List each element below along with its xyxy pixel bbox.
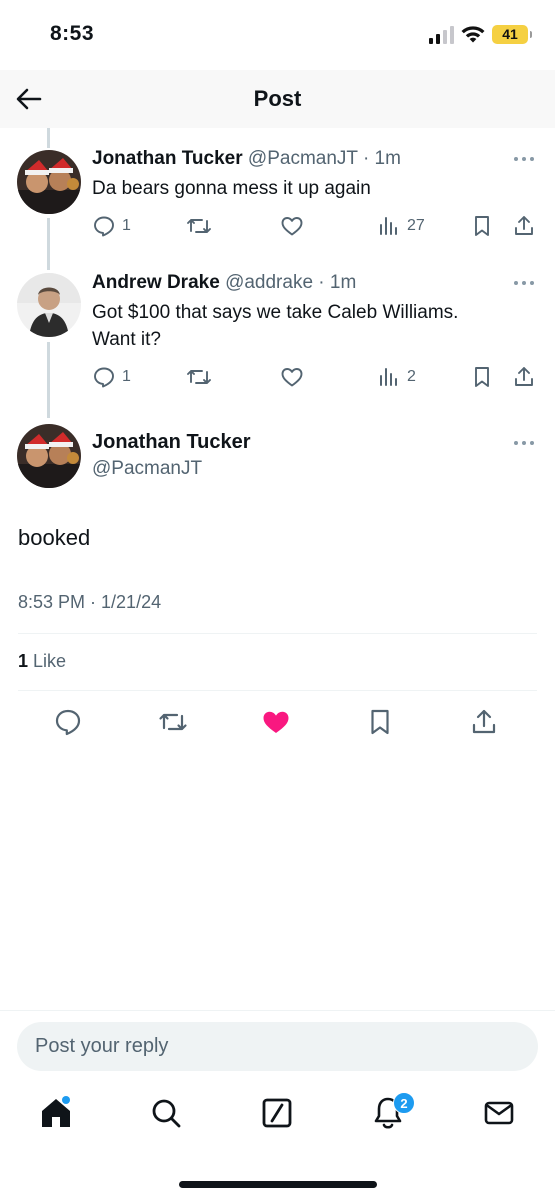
page-title: Post [253, 86, 302, 111]
tweet-actions: 1 27 [92, 213, 537, 239]
bookmark-icon[interactable] [470, 214, 494, 238]
reply-count: 1 [122, 217, 131, 234]
cellular-signal-icon [429, 26, 454, 44]
tweet-actions: 1 2 [92, 364, 537, 390]
nav-bar: Post [0, 70, 555, 128]
share-icon[interactable] [512, 214, 536, 238]
thread-connector-line [47, 218, 50, 270]
more-options-icon[interactable] [513, 156, 535, 162]
reply-button[interactable]: 1 [92, 213, 131, 239]
author-handle-time: @PacmanJT · 1m [247, 148, 401, 169]
avatar[interactable] [17, 150, 81, 214]
like-button[interactable] [280, 213, 304, 239]
reply-icon [94, 216, 114, 237]
like-count: 1 [18, 651, 29, 671]
bookmark-icon[interactable] [365, 707, 395, 737]
author-name[interactable]: Jonathan Tucker [92, 431, 251, 454]
views-count: 27 [407, 217, 425, 234]
avatar[interactable] [17, 424, 81, 488]
reply-button[interactable]: 1 [92, 364, 131, 390]
views-count: 2 [407, 368, 416, 385]
share-icon[interactable] [469, 707, 499, 737]
more-options-icon[interactable] [513, 440, 535, 446]
heart-icon [281, 217, 303, 236]
post-timestamp: 8:53 PM · 1/21/24 [18, 592, 162, 612]
views-chart-icon [380, 217, 397, 235]
heart-filled-icon[interactable] [261, 707, 291, 737]
author-name[interactable]: Jonathan Tucker [92, 148, 243, 169]
reply-count: 1 [122, 368, 131, 385]
grok-icon[interactable] [260, 1095, 294, 1131]
tab-bar: 2 [0, 1092, 555, 1139]
repost-button[interactable] [186, 364, 212, 390]
tweet-text: Da bears gonna mess it up again [92, 178, 371, 199]
reply-input[interactable]: Post your reply [17, 1022, 538, 1071]
home-indicator[interactable] [179, 1181, 377, 1188]
divider [0, 1010, 555, 1011]
views-button[interactable]: 2 [377, 364, 416, 390]
tweet-header: Jonathan Tucker @PacmanJT · 1m [92, 148, 401, 170]
post-text: booked [18, 525, 91, 550]
notifications-badge: 2 [393, 1092, 415, 1114]
divider [18, 633, 537, 634]
repost-icon [187, 370, 211, 384]
heart-icon [281, 368, 303, 387]
tweet-text: Got $100 that says we take Caleb William… [92, 299, 458, 353]
status-time: 8:53 [50, 22, 95, 45]
like-label: Like [33, 651, 67, 671]
share-icon[interactable] [512, 365, 536, 389]
battery-indicator: 41 [492, 25, 532, 44]
repost-icon[interactable] [158, 707, 188, 737]
thread-connector-line [47, 128, 50, 148]
author-name[interactable]: Andrew Drake [92, 272, 220, 293]
tweet-text-line: Want it? [92, 329, 161, 350]
views-button[interactable]: 27 [377, 213, 425, 239]
wifi-icon [461, 26, 485, 43]
reply-placeholder: Post your reply [35, 1035, 169, 1057]
author-handle-time: @addrake · 1m [225, 272, 357, 293]
likes-summary[interactable]: 1 Like [18, 651, 66, 672]
more-options-icon[interactable] [513, 280, 535, 286]
reply-icon[interactable] [53, 707, 83, 737]
repost-button[interactable] [186, 213, 212, 239]
repost-icon [187, 219, 211, 233]
tweet-text-line: Got $100 that says we take Caleb William… [92, 302, 459, 323]
bookmark-icon[interactable] [470, 365, 494, 389]
home-notification-dot [62, 1096, 70, 1104]
status-bar: 8:53 41 [0, 0, 555, 70]
author-handle[interactable]: @PacmanJT [92, 458, 202, 480]
post-actions [0, 707, 555, 737]
thread-connector-line [47, 342, 50, 418]
tweet-header: Andrew Drake @addrake · 1m [92, 272, 356, 294]
divider [18, 690, 537, 691]
reply-icon [94, 367, 114, 388]
like-button[interactable] [280, 364, 304, 390]
views-chart-icon [380, 368, 397, 386]
avatar[interactable] [17, 273, 81, 337]
messages-icon[interactable] [482, 1095, 516, 1131]
search-icon[interactable] [149, 1095, 183, 1131]
